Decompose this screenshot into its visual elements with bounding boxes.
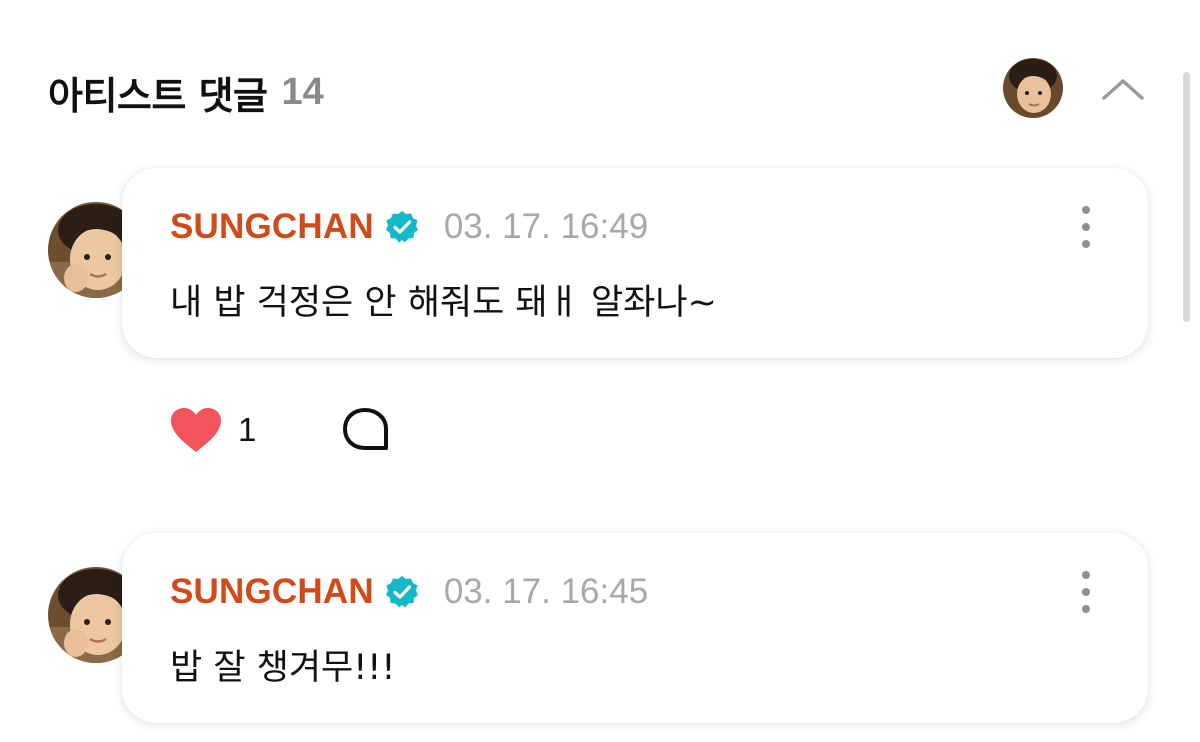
more-vertical-icon (1082, 206, 1090, 214)
like-button[interactable]: 1 (168, 405, 256, 455)
header-avatar-image (1003, 58, 1063, 118)
comment-header: SUNGCHAN 03. 17. 16:45 (170, 569, 648, 615)
comment-text: 밥 잘 챙겨무!!! (170, 648, 396, 688)
comment-header: SUNGCHAN 03. 17. 16:49 (170, 204, 648, 250)
more-vertical-icon (1082, 571, 1090, 579)
comment-text: 내 밥 걱정은 안 해줘도 돼ㅐ 알좌나~ (170, 283, 717, 323)
reply-button[interactable] (340, 405, 390, 455)
comment-timestamp: 03. 17. 16:49 (443, 207, 649, 246)
comment-actions: 1 (168, 405, 390, 455)
heart-icon (171, 408, 221, 452)
speech-bubble-icon (343, 408, 389, 450)
scrollbar-thumb[interactable] (1183, 72, 1190, 322)
section-title: 아티스트 댓글 (48, 73, 268, 118)
comment-bubble: SUNGCHAN 03. 17. 16:49 내 밥 걱정은 안 해줘도 돼ㅐ … (122, 168, 1148, 358)
more-options-button[interactable] (1074, 206, 1098, 248)
artist-comments-panel: 아티스트 댓글 14 SUNGCHAN 03. 17. 16:49 내 밥 걱정… (0, 0, 1200, 742)
like-count: 1 (238, 411, 257, 448)
comment-count: 14 (281, 70, 324, 113)
comment-timestamp: 03. 17. 16:45 (443, 572, 649, 611)
header-avatar[interactable] (1003, 58, 1063, 118)
collapse-button[interactable] (1095, 68, 1151, 110)
comment-bubble: SUNGCHAN 03. 17. 16:45 밥 잘 챙겨무!!! (122, 533, 1148, 723)
more-dot (1082, 605, 1090, 613)
author-name[interactable]: SUNGCHAN (170, 572, 374, 612)
more-options-button[interactable] (1074, 571, 1098, 613)
chevron-up-icon (1102, 79, 1144, 100)
more-dot (1082, 240, 1090, 248)
verified-badge-icon (385, 576, 418, 608)
more-dot (1082, 588, 1090, 596)
section-header: 아티스트 댓글 14 (48, 62, 324, 122)
verified-badge-icon (385, 211, 418, 243)
author-name[interactable]: SUNGCHAN (170, 207, 374, 247)
more-dot (1082, 223, 1090, 231)
